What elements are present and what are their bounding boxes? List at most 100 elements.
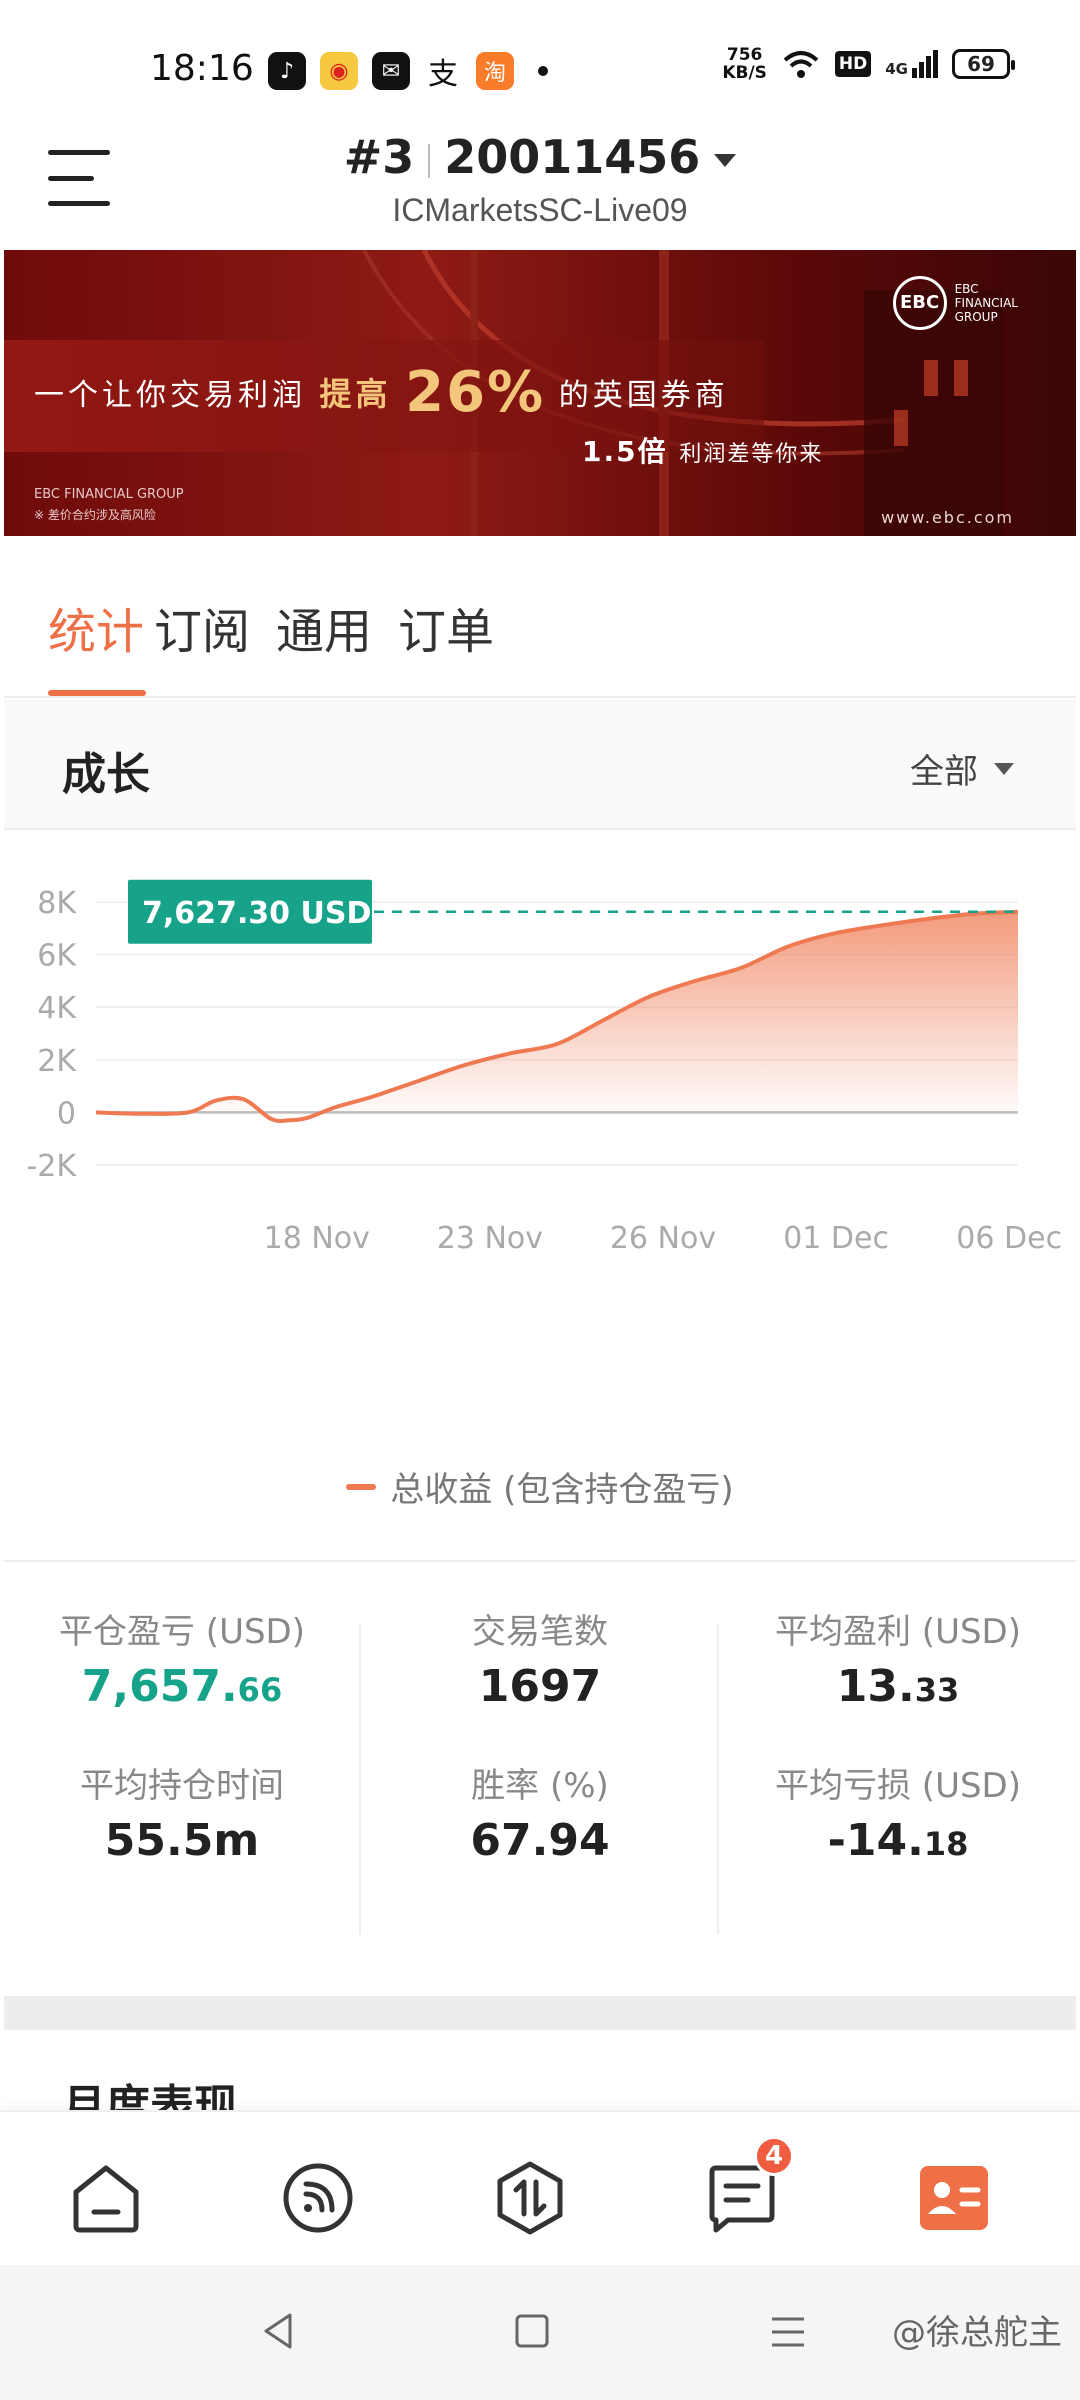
app-header: #3 20011456 ICMarketsSC-Live09 — [0, 120, 1080, 250]
messages-badge: 4 — [754, 2136, 794, 2176]
stat-value: 67.94 — [470, 1815, 610, 1866]
hd-icon: HD — [834, 51, 872, 77]
more-notifications-dot — [538, 66, 548, 76]
banner-text-highlight: 提高 — [319, 375, 392, 413]
x-tick-label: 18 Nov — [264, 1221, 370, 1256]
y-tick-label: 4K — [37, 991, 77, 1026]
alipay-icon: 支 — [424, 52, 462, 92]
stat-avg-profit: 平均盈利 (USD) 13.33 — [720, 1604, 1076, 1712]
brand-line3: GROUP — [954, 310, 998, 324]
network-speed: 756 KB/S — [722, 46, 767, 82]
current-value-label: 7,627.30 USD — [142, 896, 371, 931]
stat-value: 13.33 — [720, 1661, 1076, 1712]
chevron-down-icon — [714, 154, 737, 167]
ad-banner[interactable]: 一个让你交易利润 提高 26% 的英国券商 1.5倍 利润差等你来 EBC EB… — [4, 250, 1076, 536]
y-tick-label: 0 — [57, 1096, 76, 1131]
banner-text-suffix: 的英国券商 — [558, 378, 729, 413]
home-square-icon[interactable] — [512, 2311, 552, 2351]
signal-icon: 4G — [885, 50, 938, 78]
stat-label: 平均持仓时间 — [80, 1766, 284, 1806]
growth-chart-svg: 8K 6K 4K 2K 0 -2K 18 Nov 23 Nov 26 Nov 01 Dec 06 … — [26, 879, 1062, 1256]
network-speed-value: 756 — [726, 45, 763, 65]
notification-icons: ♪ ◉ ✉ 支 淘 — [268, 52, 548, 92]
stats-panel: 平仓盈亏 (USD) 7,657.66 交易笔数 1697 平均盈利 (USD)… — [4, 1564, 1076, 1994]
tab-orders[interactable]: 订单 — [398, 592, 494, 662]
nav-feed[interactable] — [278, 2158, 358, 2238]
account-number: 20011456 — [444, 130, 701, 184]
y-tick-label: 8K — [37, 886, 77, 921]
section-gap — [4, 1996, 1076, 2030]
nav-trade[interactable] — [490, 2158, 570, 2238]
banner-url: www.ebc.com — [881, 508, 1014, 527]
tab-statistics[interactable]: 统计 — [48, 592, 144, 662]
trade-icon — [497, 2161, 563, 2235]
battery-level: 69 — [967, 52, 995, 76]
system-nav-bar: @徐总舵主 — [0, 2265, 1080, 2400]
taobao-icon: 淘 — [476, 52, 514, 90]
banner-subline-bold: 1.5倍 — [582, 435, 668, 468]
status-time: 18:16 — [150, 48, 254, 89]
tab-subscription[interactable]: 订阅 — [154, 592, 250, 662]
tiktok-icon: ♪ — [268, 52, 306, 90]
divider — [717, 1624, 719, 1934]
banner-percent: 26% — [405, 360, 546, 425]
stat-value-dec: 18 — [923, 1825, 969, 1863]
stat-label: 交易笔数 — [472, 1612, 608, 1652]
banner-text-prefix: 一个让你交易利润 — [34, 378, 306, 413]
stat-value-int: 13. — [836, 1661, 915, 1712]
stat-closed-pnl: 平仓盈亏 (USD) 7,657.66 — [4, 1604, 360, 1712]
stat-value-int: 7,657. — [81, 1661, 238, 1712]
chart-legend[interactable]: 总收益 (包含持仓盈亏) — [4, 1462, 1076, 1511]
network-type: 4G — [885, 60, 908, 78]
stat-win-rate: 胜率 (%) 67.94 — [362, 1758, 718, 1866]
recents-icon[interactable] — [768, 2313, 808, 2351]
mail-icon: ✉ — [372, 52, 410, 90]
network-speed-unit: KB/S — [722, 63, 767, 83]
x-tick-label: 26 Nov — [610, 1221, 716, 1256]
tab-general[interactable]: 通用 — [276, 592, 372, 662]
battery-icon: 69 — [952, 49, 1015, 79]
stat-avg-loss: 平均亏损 (USD) -14.18 — [720, 1758, 1076, 1866]
stat-value-dec: 33 — [914, 1671, 960, 1709]
x-tick-label: 23 Nov — [437, 1221, 543, 1256]
growth-filter-dropdown[interactable]: 全部 — [910, 744, 1014, 793]
banner-headline: 一个让你交易利润 提高 26% 的英国券商 — [34, 360, 729, 425]
weibo-watermark: @徐总舵主 — [892, 2313, 1062, 2353]
stat-avg-hold-time: 平均持仓时间 55.5m — [4, 1758, 360, 1866]
y-tick-label: 2K — [37, 1044, 77, 1079]
profile-card-icon — [920, 2166, 988, 2230]
ebc-logo-mark: EBC — [892, 276, 947, 330]
banner-subline: 1.5倍 利润差等你来 — [582, 430, 823, 470]
legend-swatch — [346, 1483, 377, 1490]
nav-messages[interactable]: 4 — [702, 2136, 794, 2238]
status-bar: 18:16 ♪ ◉ ✉ 支 淘 756 KB/S HD 4G 69 — [0, 0, 1080, 120]
growth-section-header: 成长 全部 — [4, 700, 1076, 830]
nav-home[interactable] — [66, 2158, 146, 2238]
growth-title: 成长 — [62, 749, 150, 800]
stat-value-int: -14. — [827, 1815, 924, 1866]
brand-line2: FINANCIAL — [954, 296, 1018, 310]
stat-label: 平均盈利 (USD) — [775, 1612, 1021, 1652]
chevron-down-icon — [994, 762, 1014, 775]
stat-label: 平均亏损 (USD) — [775, 1766, 1021, 1806]
account-selector[interactable]: #3 20011456 — [0, 130, 1080, 184]
stat-label: 平仓盈亏 (USD) — [59, 1612, 305, 1652]
stat-value: -14.18 — [720, 1815, 1076, 1866]
growth-chart: 8K 6K 4K 2K 0 -2K 18 Nov 23 Nov 26 Nov 01 Dec 06 … — [4, 832, 1076, 1562]
account-index: #3 — [343, 130, 415, 184]
banner-footer-risk: ※ 差价合约涉及高风险 — [34, 508, 156, 522]
server-name: ICMarketsSC-Live09 — [392, 192, 688, 228]
back-icon[interactable] — [258, 2309, 298, 2353]
y-tick-label: 6K — [37, 939, 77, 974]
banner-footer-company: EBC FINANCIAL GROUP — [34, 487, 184, 502]
stat-value-dec: 66 — [237, 1671, 283, 1709]
stat-trades: 交易笔数 1697 — [362, 1604, 718, 1712]
growth-filter-value: 全部 — [910, 752, 978, 792]
y-tick-label: -2K — [26, 1149, 77, 1184]
separator — [428, 143, 431, 178]
x-tick-label: 06 Dec — [956, 1221, 1062, 1256]
home-icon — [73, 2165, 139, 2233]
stat-value: 55.5m — [104, 1815, 260, 1866]
active-tab-indicator — [48, 690, 146, 696]
nav-profile[interactable] — [914, 2158, 994, 2238]
